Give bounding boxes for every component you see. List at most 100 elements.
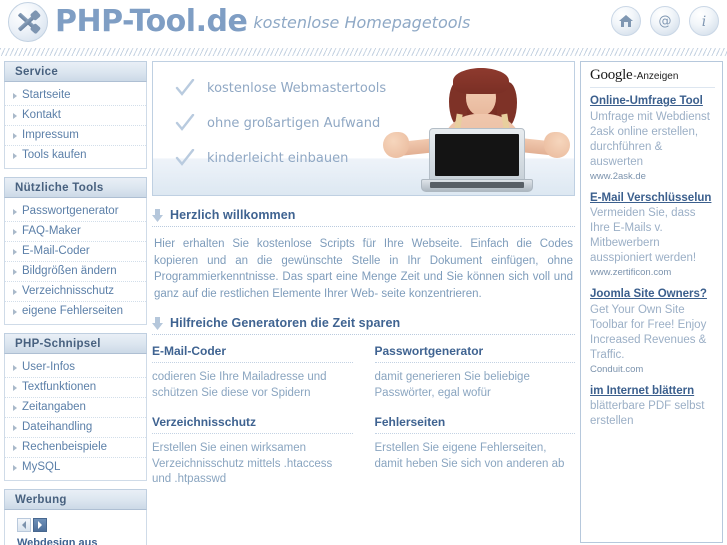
sidebar-item-label: Tools kaufen [22, 149, 87, 161]
werbung-prev-button[interactable] [17, 518, 31, 532]
sidebar-item-label: Bildgrößen ändern [22, 265, 117, 277]
ad-description: blätterbare PDF selbst erstellen [590, 400, 705, 427]
ad-url: Conduit.com [590, 363, 644, 375]
generator-cell-email-coder: E-Mail-Coder codieren Sie Ihre Mailadres… [152, 344, 353, 415]
sidebar-item-faq-maker[interactable]: FAQ-Maker [5, 222, 146, 242]
ad-title-link[interactable]: Online-Umfrage Tool [590, 94, 715, 109]
check-icon [175, 149, 195, 166]
hero-bullet-list: kostenlose Webmastertools ohne großartig… [175, 79, 386, 184]
sidebar-item-textfunktionen[interactable]: Textfunktionen [5, 378, 146, 398]
section-header-generators: Hilfreiche Generatoren die Zeit sparen [152, 316, 575, 335]
sidebar-item-impressum[interactable]: Impressum [5, 126, 146, 146]
bullet-arrow-icon [13, 384, 17, 391]
svg-text:@: @ [659, 14, 672, 29]
sidebar-item-eigene-fehlerseiten[interactable]: eigene Fehlerseiten [5, 302, 146, 321]
hero-bullet-row: kostenlose Webmastertools [175, 79, 386, 97]
generator-title[interactable]: Verzeichnisschutz [152, 415, 353, 434]
sidebar-item-dateihandling[interactable]: Dateihandling [5, 418, 146, 438]
sidebar-item-label: Dateihandling [22, 421, 93, 433]
sidebar-heading-nuetzliche-tools: Nützliche Tools [4, 177, 147, 198]
bullet-arrow-icon [13, 444, 17, 451]
generator-text: codieren Sie Ihre Mailadresse und schütz… [152, 371, 327, 399]
hatched-divider [0, 48, 727, 57]
sidebar-list-nuetzliche-tools: Passwortgenerator FAQ-Maker E-Mail-Coder… [4, 198, 147, 325]
generator-cell-verzeichnisschutz: Verzeichnisschutz Erstellen Sie einen wi… [152, 415, 353, 502]
bullet-arrow-icon [13, 288, 17, 295]
ad-title-link[interactable]: Joomla Site Owners? [590, 287, 715, 302]
sidebar-item-label: Startseite [22, 89, 71, 101]
logo-subtitle: kostenlose Homepagetools [253, 12, 471, 32]
hero-bullet-label: kostenlose Webmastertools [207, 80, 387, 96]
sidebar-item-user-infos[interactable]: User-Infos [5, 358, 146, 378]
ad-description: Get Your Own Site Toolbar for Free! Enjo… [590, 303, 707, 361]
generator-title[interactable]: Fehlerseiten [374, 415, 575, 434]
sidebar-item-label: Passwortgenerator [22, 205, 119, 217]
hero-banner: kostenlose Webmastertools ohne großartig… [152, 61, 575, 196]
bullet-arrow-icon [13, 268, 17, 275]
ad-description: Umfrage mit Webdienst 2ask online erstel… [590, 110, 710, 168]
sidebar-item-label: User-Infos [22, 361, 76, 373]
bullet-arrow-icon [13, 132, 17, 139]
ad-item: E-Mail Verschlüsselun Vermeiden Sie, das… [590, 191, 715, 279]
werbung-ad-title[interactable]: Webdesign aus Bautzen [17, 536, 138, 545]
page-root: PHP-Tool.de kostenlose Homepagetools @ i… [0, 0, 727, 545]
mail-icon[interactable]: @ [650, 6, 680, 36]
sidebar-item-label: MySQL [22, 461, 61, 473]
sidebar-item-mysql[interactable]: MySQL [5, 458, 146, 477]
ad-url: www.2ask.de [590, 170, 646, 182]
ad-url: www.zertificon.com [590, 267, 672, 278]
sidebar-item-zeitangaben[interactable]: Zeitangaben [5, 398, 146, 418]
check-icon [175, 79, 195, 96]
hero-bullet-label: ohne großartigen Aufwand [207, 115, 381, 131]
section-header-welcome: Herzlich willkommen [152, 208, 575, 227]
generator-title[interactable]: E-Mail-Coder [152, 344, 353, 363]
ad-title-link[interactable]: im Internet blättern [590, 384, 715, 399]
bullet-arrow-icon [13, 464, 17, 471]
generator-text: Erstellen Sie eigene Fehlerseiten, damit… [374, 442, 565, 470]
sidebar-list-php-schnipsel: User-Infos Textfunktionen Zeitangaben Da… [4, 354, 147, 481]
bullet-arrow-icon [13, 248, 17, 255]
main-content: kostenlose Webmastertools ohne großartig… [152, 61, 575, 502]
sidebar-item-verzeichnisschutz[interactable]: Verzeichnisschutz [5, 282, 146, 302]
sidebar-heading-service: Service [4, 61, 147, 82]
sidebar-item-startseite[interactable]: Startseite [5, 86, 146, 106]
site-logo[interactable]: PHP-Tool.de kostenlose Homepagetools [8, 2, 470, 42]
ad-title-link[interactable]: E-Mail Verschlüsselun [590, 191, 715, 206]
header-icon-group: @ i [611, 6, 719, 36]
bullet-arrow-icon [13, 208, 17, 215]
werbung-nav [17, 518, 138, 532]
sidebar-item-rechenbeispiele[interactable]: Rechenbeispiele [5, 438, 146, 458]
ad-description: Vermeiden Sie, dass Ihre E-Mails v. Mitb… [590, 207, 697, 264]
info-icon[interactable]: i [689, 6, 719, 36]
ad-item: im Internet blättern blätterbare PDF sel… [590, 384, 715, 430]
google-logo: Google [590, 67, 633, 83]
sidebar-item-kontakt[interactable]: Kontakt [5, 106, 146, 126]
ad-item: Joomla Site Owners? Get Your Own Site To… [590, 287, 715, 375]
bullet-arrow-icon [13, 228, 17, 235]
sidebar-item-email-coder[interactable]: E-Mail-Coder [5, 242, 146, 262]
site-header: PHP-Tool.de kostenlose Homepagetools @ i [0, 0, 727, 48]
generator-text: damit generieren Sie beliebige Passwörte… [374, 371, 530, 399]
welcome-paragraph: Hier erhalten Sie kostenlose Scripts für… [154, 238, 573, 300]
bullet-arrow-icon [13, 92, 17, 99]
section-title: Herzlich willkommen [170, 208, 296, 222]
hero-bullet-row: kinderleicht einbauen [175, 149, 386, 167]
home-icon[interactable] [611, 6, 641, 36]
bullet-arrow-icon [13, 112, 17, 119]
sidebar-item-label: Impressum [22, 129, 79, 141]
bullet-arrow-icon [13, 308, 17, 315]
werbung-next-button[interactable] [33, 518, 47, 532]
sidebar-item-tools-kaufen[interactable]: Tools kaufen [5, 146, 146, 165]
sidebar-item-label: eigene Fehlerseiten [22, 305, 124, 317]
sidebar-item-label: Kontakt [22, 109, 61, 121]
sidebar-heading-werbung: Werbung [4, 489, 147, 510]
sidebar-item-passwortgenerator[interactable]: Passwortgenerator [5, 202, 146, 222]
left-sidebar: Service Startseite Kontakt Impressum Too… [4, 61, 147, 545]
sidebar-item-bildgroessen-aendern[interactable]: Bildgrößen ändern [5, 262, 146, 282]
google-ads-column: Google -Anzeigen Online-Umfrage Tool Umf… [580, 61, 723, 543]
generator-title[interactable]: Passwortgenerator [374, 344, 575, 363]
chevron-down-icon [152, 208, 163, 222]
generator-cell-fehlerseiten: Fehlerseiten Erstellen Sie eigene Fehler… [374, 415, 575, 502]
section-title: Hilfreiche Generatoren die Zeit sparen [170, 316, 401, 330]
check-icon [175, 114, 195, 131]
